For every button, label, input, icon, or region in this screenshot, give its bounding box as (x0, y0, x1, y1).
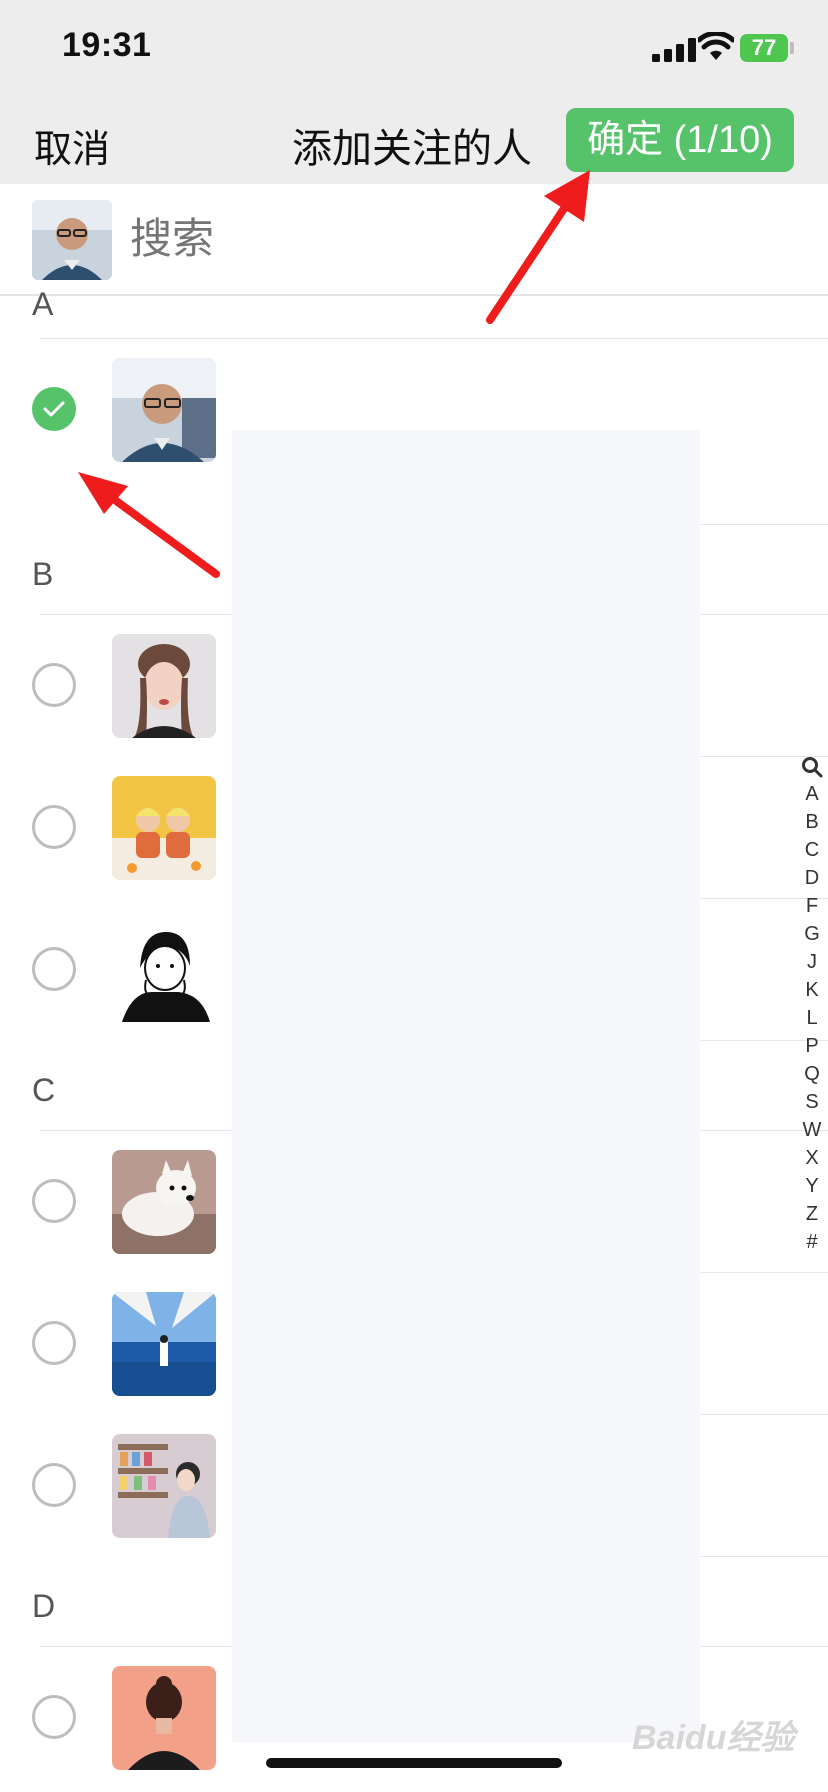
confirm-button[interactable]: 确定 (1/10) (566, 108, 794, 172)
cellular-signal-icon (652, 38, 696, 62)
alphabet-index-bar[interactable]: A B C D F G J K L P Q S W X Y Z # (796, 756, 828, 1256)
index-item-x[interactable]: X (805, 1144, 818, 1172)
section-header-c: C (32, 1072, 56, 1108)
avatar (112, 776, 216, 880)
index-item-j[interactable]: J (807, 948, 817, 976)
unchecked-radio-icon[interactable] (32, 1321, 76, 1365)
name-mask-panel (232, 430, 700, 1742)
battery-level: 77 (751, 35, 777, 60)
battery-cap (790, 42, 794, 54)
index-item-d[interactable]: D (805, 864, 819, 892)
status-time: 19:31 (62, 26, 152, 64)
avatar (112, 1666, 216, 1770)
index-item-k[interactable]: K (805, 976, 818, 1004)
index-item-g[interactable]: G (804, 920, 820, 948)
avatar (112, 1292, 216, 1396)
status-bar: 19:31 77 (0, 0, 828, 96)
avatar (112, 358, 216, 462)
unchecked-radio-icon[interactable] (32, 663, 76, 707)
battery-icon: 77 (740, 34, 788, 62)
index-item-z[interactable]: Z (806, 1200, 818, 1228)
unchecked-radio-icon[interactable] (32, 947, 76, 991)
unchecked-radio-icon[interactable] (32, 1463, 76, 1507)
nav-bar: 取消 添加关注的人 确定 (1/10) (0, 96, 828, 184)
avatar (112, 1434, 216, 1538)
arrow-to-checkbox (100, 488, 220, 578)
watermark: Baidu经验 (632, 1719, 795, 1757)
section-header-a: A (32, 286, 54, 322)
search-row (0, 184, 828, 296)
search-input[interactable] (128, 214, 732, 264)
divider (40, 338, 828, 339)
index-item-f[interactable]: F (806, 892, 818, 920)
index-item-l[interactable]: L (806, 1004, 817, 1032)
index-item-s[interactable]: S (805, 1088, 818, 1116)
home-indicator (266, 1758, 562, 1768)
index-item-q[interactable]: Q (804, 1060, 820, 1088)
avatar (112, 1150, 216, 1254)
section-header-d: D (32, 1588, 56, 1624)
unchecked-radio-icon[interactable] (32, 1179, 76, 1223)
index-item-y[interactable]: Y (805, 1172, 818, 1200)
unchecked-radio-icon[interactable] (32, 805, 76, 849)
index-item-p[interactable]: P (805, 1032, 818, 1060)
wifi-icon (698, 32, 734, 60)
avatar (112, 918, 216, 1022)
search-icon[interactable] (801, 756, 823, 780)
checked-icon[interactable] (32, 387, 76, 431)
avatar (112, 634, 216, 738)
index-item-b[interactable]: B (805, 808, 818, 836)
index-item-a[interactable]: A (805, 780, 818, 808)
selected-avatar[interactable] (32, 200, 112, 280)
index-item-w[interactable]: W (803, 1116, 822, 1144)
unchecked-radio-icon[interactable] (32, 1695, 76, 1739)
section-header-b: B (32, 556, 54, 592)
index-item-hash[interactable]: # (806, 1228, 817, 1256)
index-item-c[interactable]: C (805, 836, 819, 864)
